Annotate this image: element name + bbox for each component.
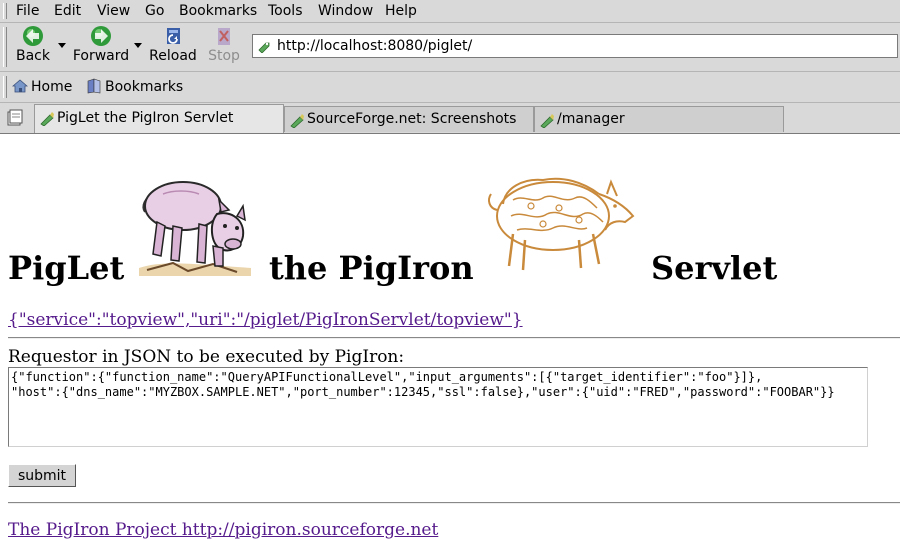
stop-icon [218, 28, 230, 45]
toolbar-grip[interactable] [2, 3, 8, 19]
tab-bar: PigLet the PigIron Servlet SourceForge.n… [0, 103, 900, 134]
tab-manager[interactable]: /manager [534, 106, 784, 132]
new-tab-icon[interactable] [6, 109, 24, 127]
requestor-json-textarea[interactable]: {"function":{"function_name":"QueryAPIFu… [8, 367, 868, 447]
url-input[interactable] [277, 36, 887, 56]
menu-bar: File Edit View Go Bookmarks Tools Window… [0, 0, 900, 23]
tab-title: SourceForge.net: Screenshots [307, 111, 517, 127]
menu-help[interactable]: Help [385, 3, 417, 19]
piglet-image [139, 181, 251, 276]
menu-edit[interactable]: Edit [54, 3, 81, 19]
heading-the-pigiron: the PigIron [269, 249, 474, 287]
url-bar[interactable] [252, 34, 898, 58]
reload-label: Reload [149, 48, 197, 64]
menu-go[interactable]: Go [145, 3, 164, 19]
bookmarks-label: Bookmarks [105, 79, 184, 95]
divider [8, 337, 900, 339]
back-arrow-icon [23, 26, 43, 46]
reload-icon [167, 28, 180, 44]
home-icon [12, 79, 28, 93]
topview-link[interactable]: {"service":"topview","uri":"/piglet/PigI… [8, 310, 523, 330]
heading-servlet: Servlet [651, 249, 778, 287]
bookmarks-icon [87, 78, 101, 94]
forward-label: Forward [72, 48, 130, 64]
toolbar-grip[interactable] [2, 76, 8, 98]
personal-toolbar: Home Bookmarks [0, 72, 900, 103]
forward-arrow-icon [91, 26, 111, 46]
back-history-dropdown[interactable] [58, 43, 66, 48]
menu-bookmarks[interactable]: Bookmarks [179, 3, 257, 19]
menu-view[interactable]: View [97, 3, 130, 19]
stop-button[interactable]: Stop [205, 25, 243, 69]
requestor-label: Requestor in JSON to be executed by PigI… [8, 347, 405, 367]
bookmarks-button[interactable]: Bookmarks [86, 78, 183, 95]
back-button[interactable]: Back [12, 25, 54, 69]
page-icon [40, 112, 54, 126]
page-content: PigLet the PigIron Servlet {"service":"t… [0, 134, 900, 540]
forward-button[interactable]: Forward [72, 25, 130, 69]
back-label: Back [16, 48, 50, 64]
heading-piglet: PigLet [8, 249, 125, 287]
menu-window[interactable]: Window [318, 3, 373, 19]
menu-file[interactable]: File [16, 3, 39, 19]
navigation-toolbar: Back Forward Reload Stop [0, 23, 900, 72]
page-proxy-icon[interactable] [257, 39, 271, 53]
stop-label: Stop [208, 48, 240, 64]
pigiron-project-link[interactable]: The PigIron Project http://pigiron.sourc… [8, 520, 438, 540]
home-button[interactable]: Home [12, 78, 72, 95]
toolbar-grip[interactable] [2, 27, 8, 67]
menu-tools[interactable]: Tools [268, 3, 303, 19]
page-icon [540, 114, 554, 128]
submit-button[interactable]: submit [8, 464, 76, 487]
tab-sourceforge[interactable]: SourceForge.net: Screenshots [284, 106, 534, 132]
tab-title: /manager [557, 111, 625, 127]
tab-piglet[interactable]: PigLet the PigIron Servlet [34, 104, 284, 133]
divider [8, 502, 900, 504]
home-label: Home [31, 79, 73, 95]
reload-button[interactable]: Reload [148, 25, 198, 69]
page-icon [290, 114, 304, 128]
forward-history-dropdown[interactable] [134, 43, 142, 48]
tab-title: PigLet the PigIron Servlet [57, 110, 234, 126]
pigiron-boar-image [488, 177, 635, 271]
